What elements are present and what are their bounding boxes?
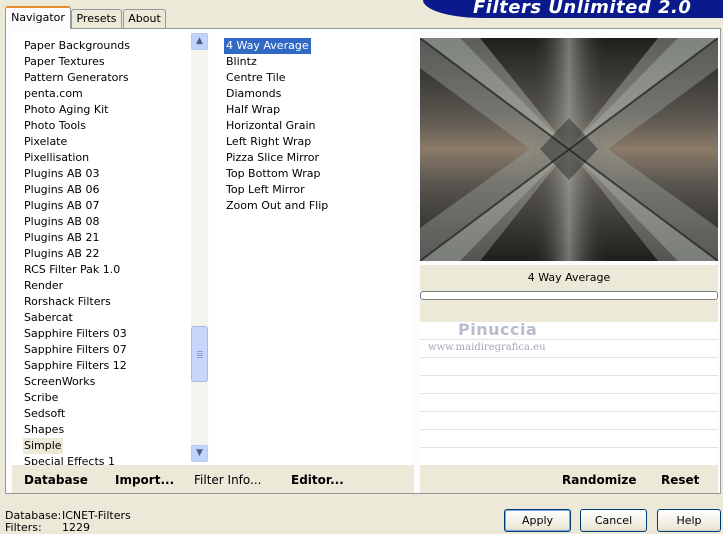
scroll-thumb[interactable] [191, 326, 208, 382]
category-item[interactable]: RCS Filter Pak 1.0 [23, 262, 121, 278]
help-button[interactable]: Help [657, 509, 721, 532]
chevron-up-icon: ▲ [196, 36, 203, 46]
category-item[interactable]: Sedsoft [23, 406, 66, 422]
category-item[interactable]: Sabercat [23, 310, 74, 326]
category-item[interactable]: ScreenWorks [23, 374, 96, 390]
category-item[interactable]: Special Effects 1 [23, 454, 116, 465]
status-filters: Filters: 1229 [5, 521, 90, 534]
filter-item[interactable]: Zoom Out and Flip [224, 198, 330, 214]
category-item[interactable]: Simple [23, 438, 63, 454]
category-item[interactable]: Scribe [23, 390, 59, 406]
progress-bar [420, 291, 718, 300]
import-button[interactable]: Import... [115, 473, 174, 487]
scroll-down-button[interactable]: ▼ [191, 445, 208, 462]
preview-filter-name: 4 Way Average [420, 265, 718, 291]
filter-item[interactable]: Left Right Wrap [224, 134, 313, 150]
editor-button[interactable]: Editor... [291, 473, 344, 487]
cancel-button[interactable]: Cancel [580, 509, 647, 532]
category-item[interactable]: Paper Backgrounds [23, 38, 131, 54]
category-item[interactable]: Pixellisation [23, 150, 90, 166]
category-item[interactable]: Pattern Generators [23, 70, 130, 86]
chevron-down-icon: ▼ [196, 448, 203, 458]
category-item[interactable]: Plugins AB 21 [23, 230, 100, 246]
category-item[interactable]: Sapphire Filters 07 [23, 342, 128, 358]
category-item[interactable]: Sapphire Filters 03 [23, 326, 128, 342]
filter-item[interactable]: Pizza Slice Mirror [224, 150, 321, 166]
tab-navigator[interactable]: Navigator [5, 6, 71, 29]
category-item[interactable]: Plugins AB 06 [23, 182, 100, 198]
database-button[interactable]: Database [24, 473, 88, 487]
category-list[interactable]: Paper Backgrounds Paper Textures Pattern G… [12, 32, 212, 465]
category-item[interactable]: Render [23, 278, 64, 294]
filters-count: 1229 [62, 521, 90, 534]
apply-button[interactable]: Apply [504, 509, 571, 532]
filter-info-button[interactable]: Filter Info... [194, 473, 261, 487]
filter-item[interactable]: 4 Way Average [223, 37, 312, 55]
filter-item[interactable]: Horizontal Grain [224, 118, 317, 134]
category-scrollbar[interactable]: ▲ ▼ [191, 33, 208, 462]
reset-button[interactable]: Reset [661, 473, 699, 487]
category-item[interactable]: Plugins AB 07 [23, 198, 100, 214]
category-item[interactable]: Paper Textures [23, 54, 106, 70]
category-item[interactable]: Plugins AB 03 [23, 166, 100, 182]
left-toolbar: Database Import... Filter Info... Editor… [12, 465, 414, 493]
right-toolbar: Randomize Reset [420, 465, 718, 493]
category-item[interactable]: Pixelate [23, 134, 68, 150]
tab-about[interactable]: About [123, 9, 166, 28]
app-banner: Filters Unlimited 2.0 [423, 0, 723, 18]
category-item[interactable]: penta.com [23, 86, 84, 102]
category-item[interactable]: Photo Aging Kit [23, 102, 109, 118]
watermark-url: www.maidiregrafica.eu [428, 342, 546, 353]
scroll-up-button[interactable]: ▲ [191, 33, 208, 50]
category-item[interactable]: Plugins AB 08 [23, 214, 100, 230]
watermark-name: Pinuccia [458, 320, 538, 339]
filter-item[interactable]: Diamonds [224, 86, 283, 102]
filter-list[interactable]: 4 Way Average Blintz Centre Tile Diamonds Ha… [214, 32, 414, 465]
category-item[interactable]: Sapphire Filters 12 [23, 358, 128, 374]
filter-item[interactable]: Blintz [224, 54, 259, 70]
category-item[interactable]: Shapes [23, 422, 65, 438]
category-item[interactable]: Plugins AB 22 [23, 246, 100, 262]
filter-item[interactable]: Centre Tile [224, 70, 288, 86]
filter-item[interactable]: Top Left Mirror [224, 182, 307, 198]
filter-item[interactable]: Half Wrap [224, 102, 282, 118]
randomize-button[interactable]: Randomize [562, 473, 636, 487]
filter-item[interactable]: Top Bottom Wrap [224, 166, 323, 182]
parameter-area: Pinuccia www.maidiregrafica.eu [420, 320, 718, 465]
app-title: Filters Unlimited 2.0 [473, 0, 692, 18]
preview-image [420, 38, 718, 261]
category-item[interactable]: Rorshack Filters [23, 294, 112, 310]
filters-label: Filters: [5, 521, 42, 534]
category-item[interactable]: Photo Tools [23, 118, 87, 134]
navigator-panel: Paper Backgrounds Paper Textures Pattern G… [5, 28, 721, 494]
tab-presets[interactable]: Presets [71, 9, 122, 28]
